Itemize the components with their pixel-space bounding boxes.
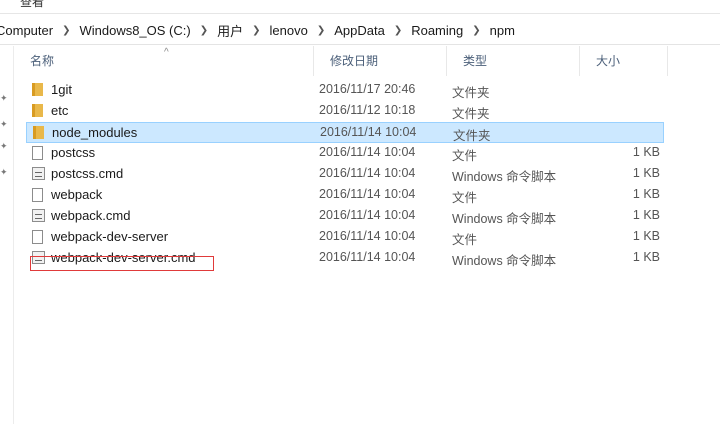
file-date: 2016/11/12 10:18 (319, 103, 416, 117)
file-date: 2016/11/14 10:04 (319, 208, 416, 222)
pin-icon[interactable]: ✦ (0, 120, 8, 129)
file-type: 文件 (452, 149, 478, 163)
file-icon (32, 230, 45, 245)
file-size: 1 KB (632, 208, 660, 222)
folder-icon (32, 83, 45, 98)
pin-icon[interactable]: ✦ (0, 168, 8, 177)
chevron-right-icon[interactable]: ❯ (317, 25, 325, 36)
file-row[interactable]: 1git 2016/11/17 20:46 文件夹 (26, 80, 664, 101)
file-date: 2016/11/14 10:04 (319, 250, 416, 264)
file-type: Windows 命令脚本 (452, 170, 557, 184)
file-row[interactable]: node_modules 2016/11/14 10:04 文件夹 (26, 122, 664, 143)
breadcrumb-item[interactable]: npm (488, 23, 517, 38)
file-name: etc (51, 103, 69, 118)
file-date: 2016/11/14 10:04 (319, 229, 416, 243)
breadcrumb-item[interactable]: Computer (0, 23, 55, 38)
column-type-label: 类型 (463, 54, 488, 68)
file-date: 2016/11/17 20:46 (319, 82, 416, 96)
file-date: 2016/11/14 10:04 (319, 166, 416, 180)
file-name: webpack-dev-server (51, 229, 169, 244)
file-size: 1 KB (632, 229, 660, 243)
file-name: node_modules (52, 125, 138, 140)
file-type: 文件 (452, 233, 478, 247)
file-name: postcss (51, 145, 96, 160)
sort-up-icon: ^ (164, 47, 169, 58)
file-type: Windows 命令脚本 (452, 212, 557, 226)
column-header-type[interactable]: 类型 (447, 46, 580, 76)
ribbon-strip: 查看 (0, 0, 720, 14)
file-name: webpack (51, 187, 103, 202)
file-size: 1 KB (632, 145, 660, 159)
pin-icon[interactable]: ✦ (0, 94, 8, 103)
file-icon (32, 146, 45, 161)
file-size: 1 KB (632, 187, 660, 201)
chevron-right-icon[interactable]: ❯ (200, 25, 208, 36)
column-date-label: 修改日期 (330, 54, 379, 68)
file-list: 1git 2016/11/17 20:46 文件夹 etc 2016/11/12 10:… (26, 80, 664, 269)
cmd-script-icon (32, 209, 45, 224)
folder-icon (32, 104, 45, 119)
breadcrumb-item[interactable]: lenovo (268, 23, 310, 38)
column-size-label: 大小 (596, 54, 621, 68)
file-row[interactable]: etc 2016/11/12 10:18 文件夹 (26, 101, 664, 122)
file-row[interactable]: postcss 2016/11/14 10:04 文件 1 KB (26, 143, 664, 164)
file-date: 2016/11/14 10:04 (320, 125, 417, 139)
column-header: 名称 ^ 修改日期 类型 大小 (14, 46, 720, 76)
column-header-size[interactable]: 大小 (580, 46, 668, 76)
cmd-script-icon (32, 167, 45, 182)
file-size: 1 KB (632, 166, 660, 180)
breadcrumb-item[interactable]: Windows8_OS (C:) (77, 23, 192, 38)
breadcrumb-item[interactable]: Roaming (409, 23, 465, 38)
chevron-right-icon[interactable]: ❯ (394, 25, 402, 36)
file-type: 文件夹 (452, 107, 490, 121)
address-bar[interactable]: Computer ❯ Windows8_OS (C:) ❯ 用户 ❯ lenovo ❯ AppD… (0, 17, 720, 45)
file-type: Windows 命令脚本 (452, 254, 557, 268)
chevron-right-icon[interactable]: ❯ (252, 25, 260, 36)
file-date: 2016/11/14 10:04 (319, 187, 416, 201)
breadcrumb-item[interactable]: 用户 (215, 21, 245, 40)
file-type: 文件 (452, 191, 478, 205)
chevron-right-icon[interactable]: ❯ (472, 25, 480, 36)
file-type: 文件夹 (453, 129, 491, 143)
breadcrumb-item[interactable]: AppData (332, 23, 387, 38)
file-icon (32, 188, 45, 203)
file-name: 1git (51, 82, 72, 97)
file-name: postcss.cmd (51, 166, 124, 181)
file-row[interactable]: webpack-dev-server 2016/11/14 10:04 文件 1 KB (26, 227, 664, 248)
chevron-right-icon[interactable]: ❯ (62, 25, 70, 36)
file-size: 1 KB (632, 250, 660, 264)
folder-icon (33, 126, 46, 141)
navigation-pane[interactable]: ✦ ✦ ✦ ✦ (0, 46, 14, 424)
file-type: 文件夹 (452, 86, 490, 100)
annotation-box (30, 256, 214, 271)
view-menu[interactable]: 查看 (20, 0, 44, 10)
file-name: webpack.cmd (51, 208, 131, 223)
file-row[interactable]: webpack.cmd 2016/11/14 10:04 Windows 命令脚本 1… (26, 206, 664, 227)
file-row[interactable]: webpack 2016/11/14 10:04 文件 1 KB (26, 185, 664, 206)
column-name-label: 名称 (30, 54, 55, 68)
file-date: 2016/11/14 10:04 (319, 145, 416, 159)
pin-icon[interactable]: ✦ (0, 142, 8, 151)
column-header-name[interactable]: 名称 ^ (14, 46, 314, 76)
file-row[interactable]: postcss.cmd 2016/11/14 10:04 Windows 命令脚本 1… (26, 164, 664, 185)
column-header-date[interactable]: 修改日期 (314, 46, 447, 76)
